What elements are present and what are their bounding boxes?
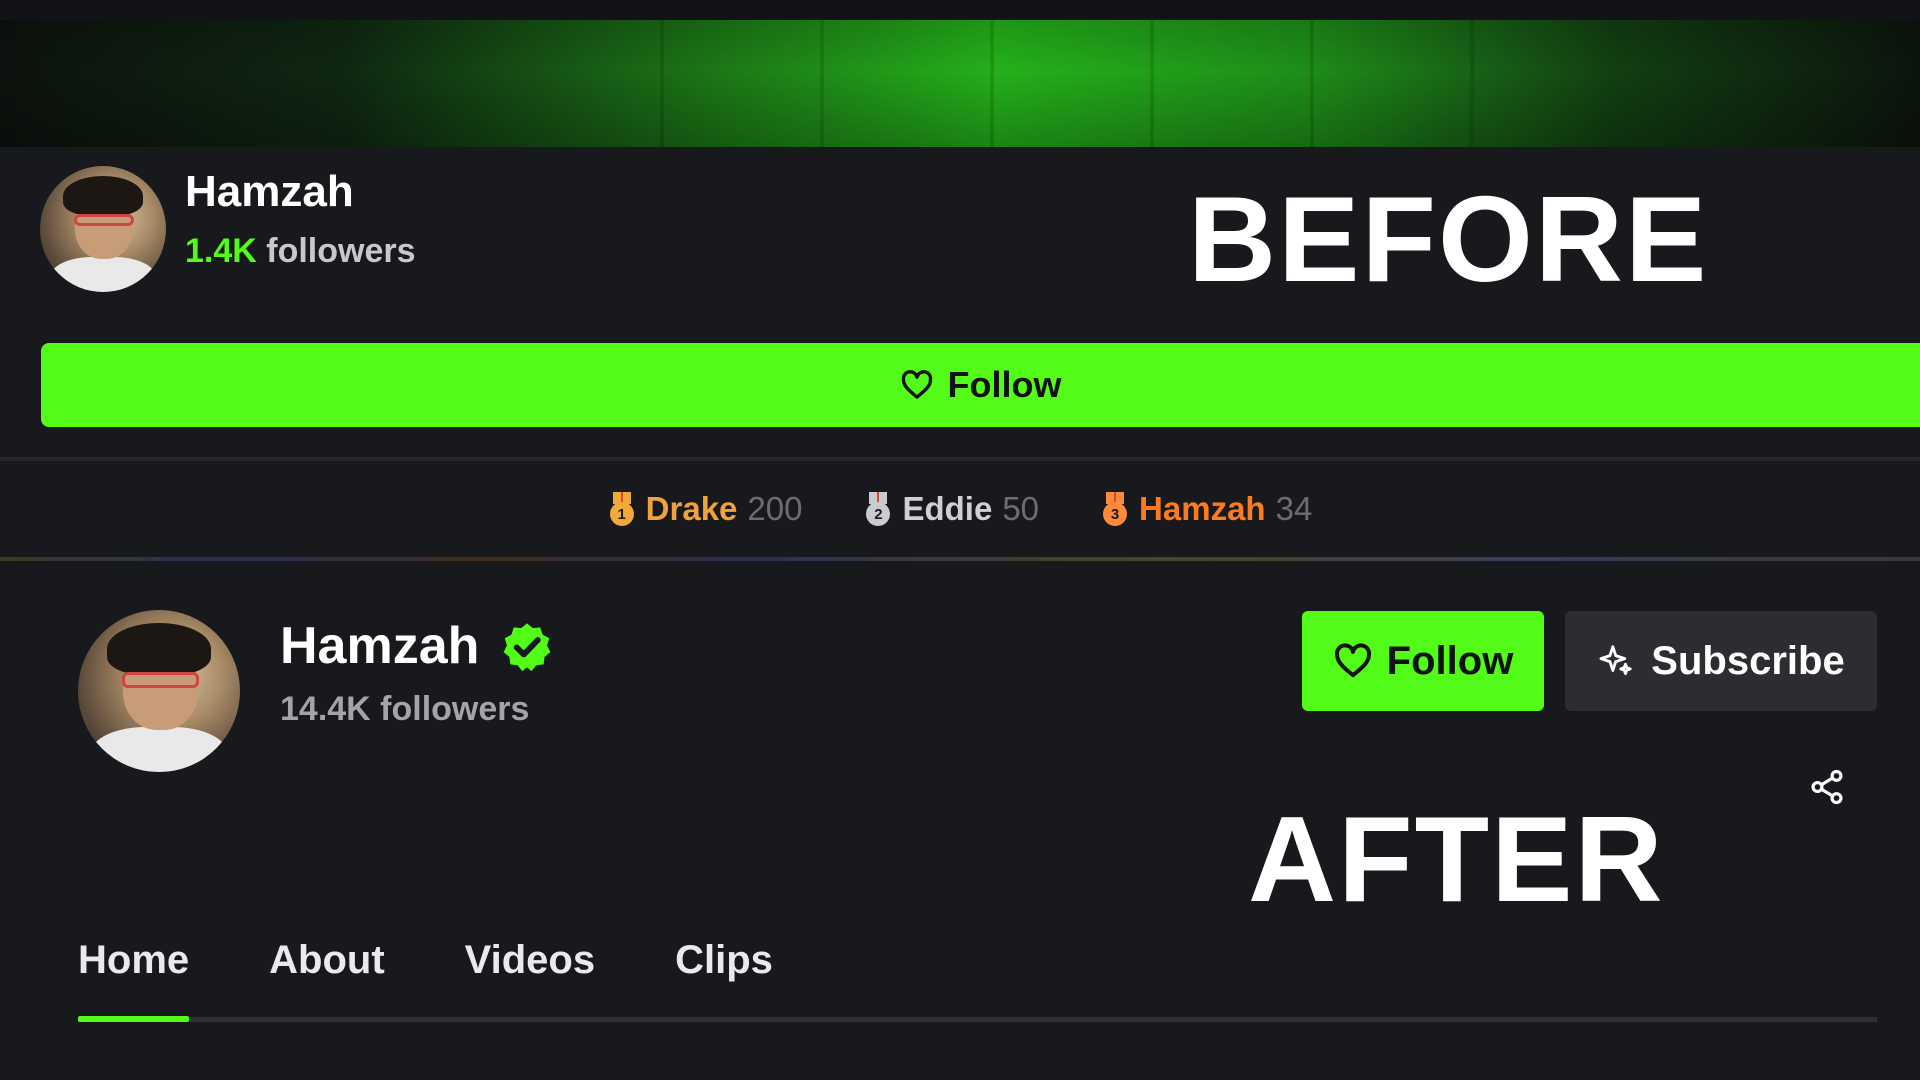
leaderboard-name: Drake [645, 490, 738, 527]
follow-button-label: Follow [947, 364, 1062, 405]
share-icon[interactable] [1808, 768, 1846, 806]
top-strip [0, 0, 1920, 20]
tab-clips[interactable]: Clips [675, 938, 773, 988]
follower-count: 1.4K followers [185, 232, 416, 271]
leaderboard-name: Eddie [902, 490, 993, 527]
sparkle-icon [1599, 645, 1632, 676]
heart-outline-icon [901, 370, 932, 399]
medal-rank: 1 [609, 502, 634, 526]
gifter-leaderboard: 1 Drake 200 2 Eddie 50 3 Hamzah 34 [0, 461, 1920, 557]
medal-rank: 3 [1103, 502, 1128, 526]
channel-name: Hamzah [280, 617, 480, 675]
leaderboard-name: Hamzah [1139, 490, 1266, 527]
medal-icon: 1 [608, 492, 636, 526]
medal-rank: 2 [866, 502, 891, 526]
leaderboard-score: 200 [747, 490, 803, 527]
subscribe-button[interactable]: Subscribe [1565, 611, 1877, 711]
medal-icon: 2 [864, 492, 892, 526]
active-tab-indicator [78, 1016, 189, 1022]
verified-badge-icon [503, 623, 551, 672]
tab-home[interactable]: Home [78, 938, 189, 988]
channel-name: Hamzah [185, 167, 354, 216]
after-caption: AFTER [1248, 791, 1665, 927]
avatar[interactable] [78, 610, 240, 772]
follower-count-label: followers [256, 232, 416, 270]
follower-count-number: 1.4K [185, 232, 257, 270]
avatar[interactable] [40, 166, 166, 292]
channel-tabs: Home About Videos Clips [78, 938, 853, 988]
follow-button[interactable]: Follow [1302, 611, 1544, 711]
follow-button-label: Follow [1386, 638, 1514, 683]
leaderboard-entry: 3 Hamzah 34 [1101, 490, 1312, 528]
follower-count: 14.4K followers [280, 690, 530, 728]
leaderboard-score: 34 [1275, 490, 1313, 527]
tab-about[interactable]: About [269, 938, 385, 988]
subscribe-button-label: Subscribe [1651, 638, 1845, 683]
banner-shade [0, 20, 1920, 147]
medal-icon: 3 [1101, 492, 1129, 526]
heart-outline-icon [1334, 643, 1371, 678]
tab-videos[interactable]: Videos [465, 938, 595, 988]
leaderboard-entry: 1 Drake 200 [608, 490, 803, 528]
leaderboard-entry: 2 Eddie 50 [864, 490, 1039, 528]
tabs-baseline [78, 1017, 1877, 1022]
before-caption: BEFORE [1188, 171, 1709, 307]
follow-button[interactable]: Follow [41, 343, 1920, 427]
leaderboard-score: 50 [1002, 490, 1040, 527]
